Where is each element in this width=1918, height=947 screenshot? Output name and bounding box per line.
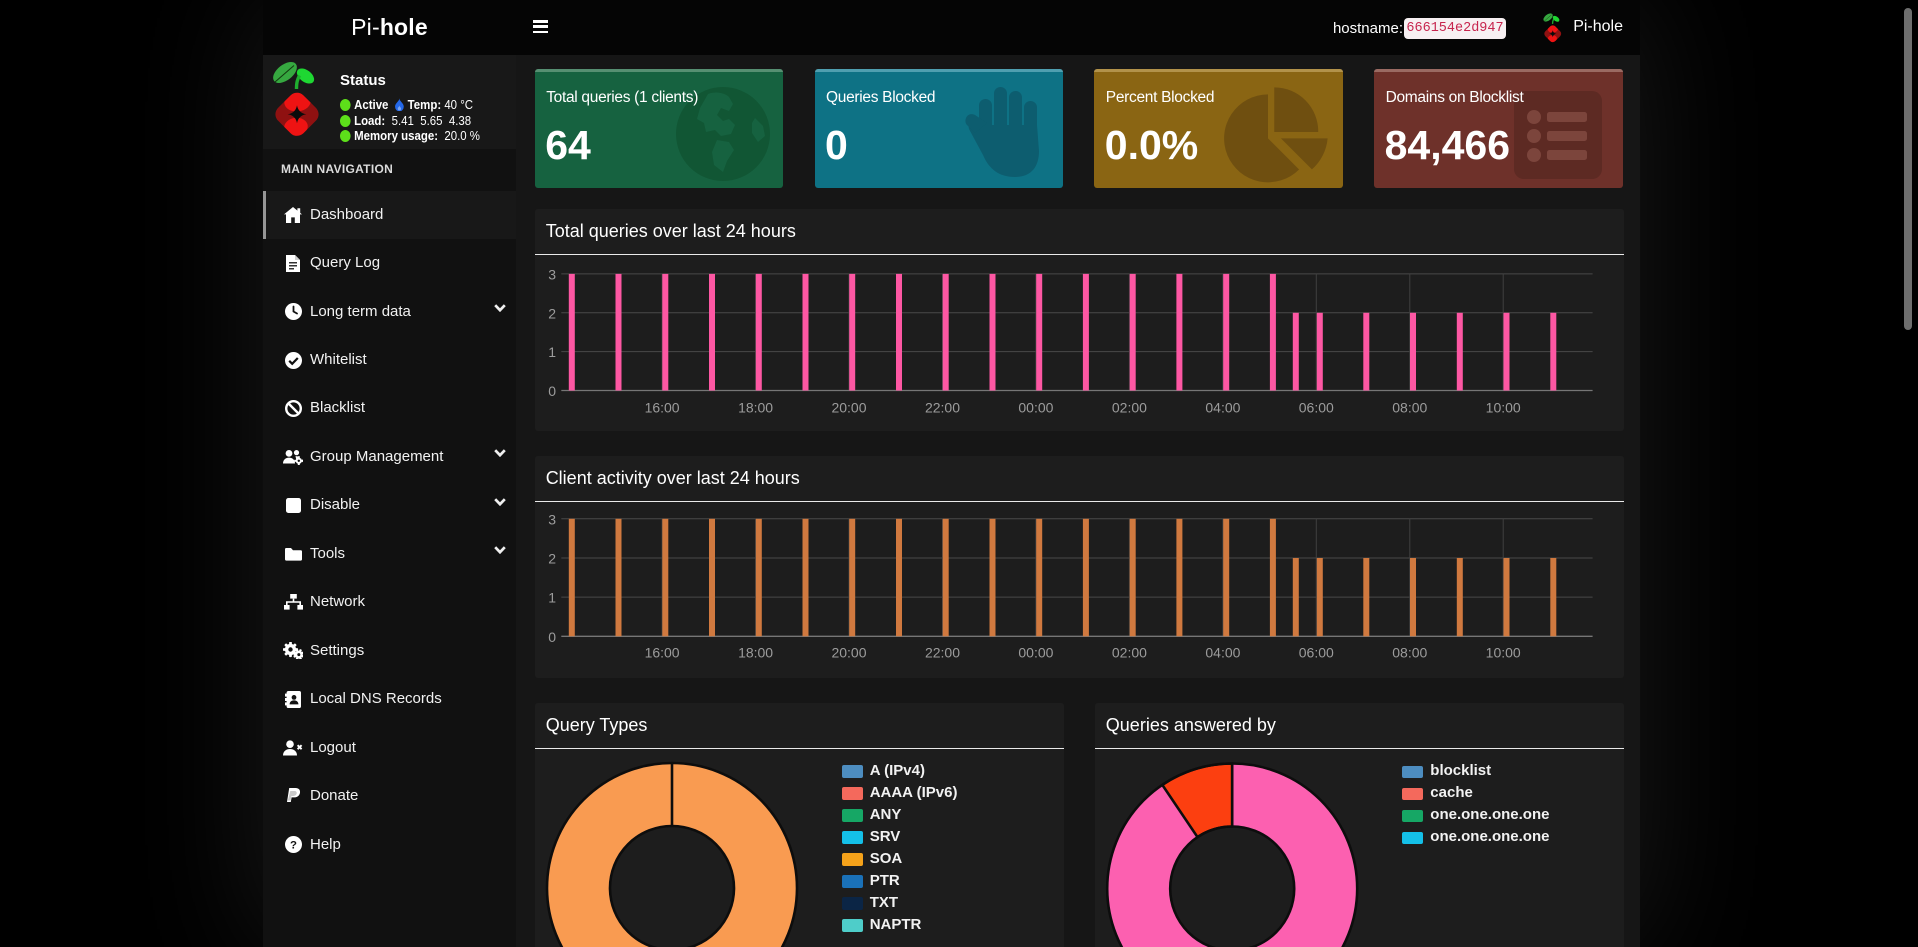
svg-text:02:00: 02:00: [1112, 644, 1147, 660]
svg-text:22:00: 22:00: [925, 644, 960, 660]
svg-text:06:00: 06:00: [1298, 644, 1333, 660]
svg-text:08:00: 08:00: [1392, 644, 1427, 660]
svg-text:0: 0: [548, 629, 556, 645]
svg-text:02:00: 02:00: [1112, 400, 1147, 416]
svg-text:16:00: 16:00: [644, 644, 679, 660]
svg-text:18:00: 18:00: [738, 644, 773, 660]
svg-text:08:00: 08:00: [1392, 400, 1427, 416]
svg-text:06:00: 06:00: [1298, 400, 1333, 416]
svg-text:3: 3: [548, 511, 556, 527]
svg-text:00:00: 00:00: [1018, 400, 1053, 416]
svg-text:04:00: 04:00: [1205, 644, 1240, 660]
svg-text:10:00: 10:00: [1485, 644, 1520, 660]
svg-text:18:00: 18:00: [738, 400, 773, 416]
svg-text:2: 2: [548, 305, 556, 321]
svg-text:3: 3: [548, 266, 556, 282]
svg-text:20:00: 20:00: [831, 644, 866, 660]
svg-text:1: 1: [548, 344, 556, 360]
svg-text:2: 2: [548, 550, 556, 566]
svg-text:20:00: 20:00: [831, 400, 866, 416]
svg-text:10:00: 10:00: [1485, 400, 1520, 416]
svg-text:?: ?: [290, 840, 297, 852]
svg-text:22:00: 22:00: [925, 400, 960, 416]
svg-text:00:00: 00:00: [1018, 644, 1053, 660]
svg-text:1: 1: [548, 589, 556, 605]
svg-text:04:00: 04:00: [1205, 400, 1240, 416]
svg-text:16:00: 16:00: [644, 400, 679, 416]
svg-text:0: 0: [548, 383, 556, 399]
